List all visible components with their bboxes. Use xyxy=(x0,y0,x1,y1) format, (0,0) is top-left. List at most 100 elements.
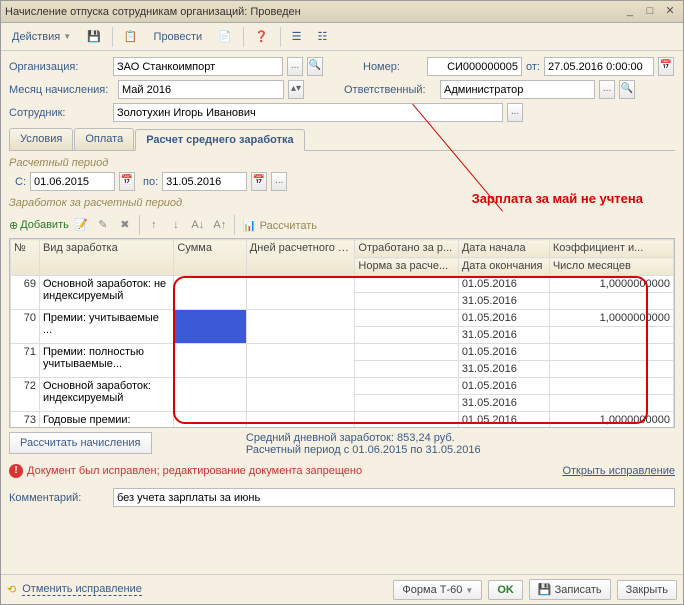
cell-sum[interactable] xyxy=(174,344,246,378)
cell-coef[interactable]: 1,0000000000 xyxy=(549,276,673,293)
col-start[interactable]: Дата начала xyxy=(458,240,549,258)
col-days[interactable]: Дней расчетного периода xyxy=(246,240,355,276)
delete-icon[interactable]: ✖ xyxy=(115,216,135,234)
tree-icon[interactable]: ☷ xyxy=(310,27,334,46)
emp-select-button[interactable]: ... xyxy=(507,103,523,122)
cell-days[interactable] xyxy=(246,344,355,378)
cell-end[interactable]: 31.05.2016 xyxy=(458,293,549,310)
cell-norm[interactable] xyxy=(355,395,458,412)
actions-menu[interactable]: Действия ▼ xyxy=(5,28,78,46)
cell-months[interactable] xyxy=(549,395,673,412)
col-sum[interactable]: Сумма xyxy=(174,240,246,276)
table-row[interactable]: 69Основной заработок: не индексируемый01… xyxy=(11,276,674,293)
cell-norm[interactable] xyxy=(355,361,458,378)
comment-input[interactable]: без учета зарплаты за июнь xyxy=(113,488,675,507)
org-input[interactable]: ЗАО Станкоимпорт xyxy=(113,57,283,76)
process-button[interactable]: Провести xyxy=(147,28,210,46)
cell-start[interactable]: 01.05.2016 xyxy=(458,378,549,395)
ok-button[interactable]: OK xyxy=(488,580,523,600)
cell-months[interactable] xyxy=(549,293,673,310)
open-correction-link[interactable]: Открыть исправление xyxy=(562,465,675,477)
period-from-picker[interactable]: 📅 xyxy=(119,172,135,191)
copy-icon[interactable]: 📋 xyxy=(117,27,145,46)
sort-desc-icon[interactable]: A↑ xyxy=(210,216,230,234)
emp-input[interactable]: Золотухин Игорь Иванович xyxy=(113,103,503,122)
minimize-button[interactable]: _ xyxy=(621,4,639,20)
cell-worked[interactable] xyxy=(355,378,458,395)
col-months[interactable]: Число месяцев xyxy=(549,258,673,276)
tab-payment[interactable]: Оплата xyxy=(74,128,134,150)
table-row[interactable]: 72Основной заработок: индексируемый01.05… xyxy=(11,378,674,395)
cell-months[interactable] xyxy=(549,327,673,344)
col-worked[interactable]: Отработано за р... xyxy=(355,240,458,258)
insert-icon[interactable]: ✎ xyxy=(93,216,113,234)
cell-days[interactable] xyxy=(246,378,355,412)
cell-months[interactable] xyxy=(549,361,673,378)
cell-worked[interactable] xyxy=(355,310,458,327)
cell-start[interactable]: 01.05.2016 xyxy=(458,412,549,429)
cell-sum[interactable] xyxy=(174,310,246,344)
save-button[interactable]: 💾 Записать xyxy=(529,579,611,600)
cell-end[interactable]: 31.05.2016 xyxy=(458,395,549,412)
calc-accruals-button[interactable]: Рассчитать начисления xyxy=(9,432,152,454)
period-select-button[interactable]: ... xyxy=(271,172,287,191)
col-norm[interactable]: Норма за расче... xyxy=(355,258,458,276)
tab-conditions[interactable]: Условия xyxy=(9,128,73,150)
cell-sum[interactable] xyxy=(174,378,246,412)
cell-end[interactable]: 31.05.2016 xyxy=(458,327,549,344)
report-icon[interactable]: 📄 xyxy=(211,27,239,46)
cell-days[interactable] xyxy=(246,276,355,310)
cell-norm[interactable] xyxy=(355,293,458,310)
period-to-input[interactable]: 31.05.2016 xyxy=(162,172,247,191)
resp-open-button[interactable]: 🔍 xyxy=(619,80,635,99)
month-input[interactable]: Май 2016 xyxy=(118,80,284,99)
period-from-input[interactable]: 01.06.2015 xyxy=(30,172,115,191)
number-input[interactable]: СИ000000005 xyxy=(427,57,522,76)
resp-select-button[interactable]: ... xyxy=(599,80,615,99)
cell-days[interactable] xyxy=(246,310,355,344)
sort-asc-icon[interactable]: A↓ xyxy=(188,216,208,234)
add-button[interactable]: ⊕ Добавить xyxy=(9,219,69,232)
cell-sum[interactable] xyxy=(174,276,246,310)
cell-days[interactable] xyxy=(246,412,355,429)
cell-end[interactable]: 31.05.2016 xyxy=(458,361,549,378)
close-button[interactable]: ✕ xyxy=(661,4,679,20)
table-row[interactable]: 71Премии: полностью учитываемые...01.05.… xyxy=(11,344,674,361)
cell-start[interactable]: 01.05.2016 xyxy=(458,344,549,361)
cell-worked[interactable] xyxy=(355,276,458,293)
list-icon[interactable]: ☰ xyxy=(285,27,309,46)
move-down-icon[interactable]: ↓ xyxy=(166,216,186,234)
recalculate-button[interactable]: 📊 Рассчитать xyxy=(243,219,317,232)
col-coef[interactable]: Коэффициент и... xyxy=(549,240,673,258)
date-picker-button[interactable]: 📅 xyxy=(658,57,674,76)
cell-coef[interactable]: 1,0000000000 xyxy=(549,310,673,327)
cell-coef[interactable] xyxy=(549,378,673,395)
month-up-button[interactable]: ▴▾ xyxy=(288,80,304,99)
cell-norm[interactable] xyxy=(355,327,458,344)
cell-worked[interactable] xyxy=(355,412,458,429)
date-input[interactable]: 27.05.2016 0:00:00 xyxy=(544,57,654,76)
org-select-button[interactable]: ... xyxy=(287,57,303,76)
table-row[interactable]: 70Премии: учитываемые ...01.05.20161,000… xyxy=(11,310,674,327)
cell-sum[interactable] xyxy=(174,412,246,429)
cell-coef[interactable]: 1,0000000000 xyxy=(549,412,673,429)
edit-icon[interactable]: 📝 xyxy=(71,216,91,234)
col-type[interactable]: Вид заработка xyxy=(39,240,173,276)
resp-input[interactable]: Администратор xyxy=(440,80,595,99)
org-open-button[interactable]: 🔍 xyxy=(307,57,323,76)
form-t60-button[interactable]: Форма Т-60 ▼ xyxy=(393,580,482,600)
table-row[interactable]: 73Годовые премии: полностью01.05.20161,0… xyxy=(11,412,674,429)
cell-worked[interactable] xyxy=(355,344,458,361)
undo-correction-link[interactable]: Отменить исправление xyxy=(22,583,142,596)
move-up-icon[interactable]: ↑ xyxy=(144,216,164,234)
cell-coef[interactable] xyxy=(549,344,673,361)
help-icon[interactable]: ❓ xyxy=(248,27,276,46)
maximize-button[interactable]: □ xyxy=(641,4,659,20)
period-to-picker[interactable]: 📅 xyxy=(251,172,267,191)
col-end[interactable]: Дата окончания xyxy=(458,258,549,276)
tab-avg-calc[interactable]: Расчет среднего заработка xyxy=(135,129,304,151)
save-icon[interactable]: 💾 xyxy=(80,27,108,46)
col-num[interactable]: № xyxy=(11,240,40,276)
close-window-button[interactable]: Закрыть xyxy=(617,580,677,600)
cell-start[interactable]: 01.05.2016 xyxy=(458,310,549,327)
